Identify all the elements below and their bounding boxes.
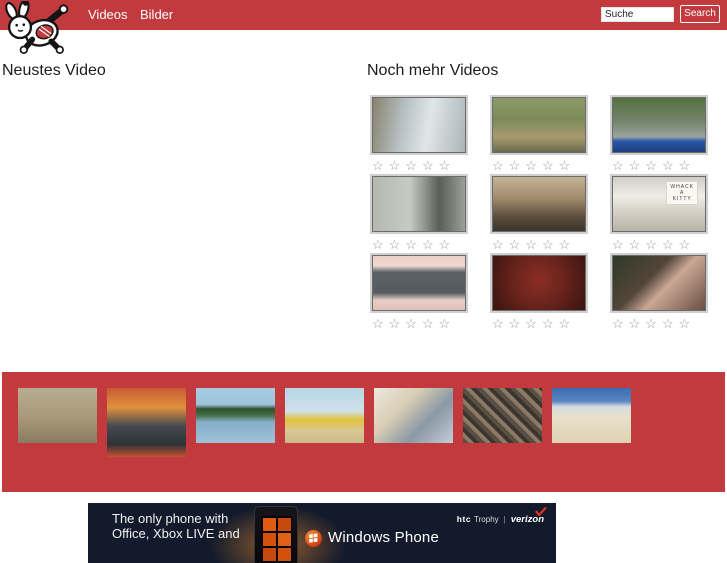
ad-brand-logos: htc Trophy | verizon <box>456 507 547 525</box>
photo-thumb-cat-on-blankets[interactable] <box>374 388 453 443</box>
htc-logo: htc <box>456 514 472 524</box>
phone-tiles <box>263 518 276 531</box>
photo-thumb-dog-rider[interactable] <box>18 388 97 443</box>
rating-stars[interactable]: ☆☆☆☆☆ <box>610 158 710 174</box>
rating-stars[interactable]: ☆☆☆☆☆ <box>610 316 710 332</box>
videos-grid: ☆☆☆☆☆ ☆☆☆☆☆ ☆☆☆☆☆ ☆☆☆☆☆ ☆☆☆☆☆ WHACK A KITTY ☆☆… <box>370 95 727 332</box>
search-button[interactable]: Search <box>680 5 720 23</box>
rating-stars[interactable]: ☆☆☆☆☆ <box>490 158 590 174</box>
video-thumb-church-gathering-image[interactable] <box>492 176 586 232</box>
video-thumb-pandas-on-slide[interactable]: ☆☆☆☆☆ <box>490 95 590 174</box>
photo-thumb-crowd[interactable] <box>463 388 542 443</box>
video-thumb-doormat-runner-image[interactable] <box>372 255 466 311</box>
photo-strip <box>2 372 725 457</box>
site-logo[interactable] <box>2 0 74 57</box>
nav-bilder-link[interactable]: Bilder <box>140 0 173 30</box>
ad-headline-line2: Office, Xbox LIVE and <box>112 526 240 541</box>
video-thumb-news-report[interactable]: ☆☆☆☆☆ <box>610 95 710 174</box>
rating-stars[interactable]: ☆☆☆☆☆ <box>610 237 710 253</box>
rating-stars[interactable]: ☆☆☆☆☆ <box>370 237 470 253</box>
video-thumb-whack-a-kitty-image[interactable]: WHACK A KITTY <box>612 176 706 232</box>
header-bar: Videos Bilder Search <box>0 0 727 30</box>
video-thumb-doormat-runner[interactable]: ☆☆☆☆☆ <box>370 253 470 332</box>
search-input[interactable] <box>601 7 674 22</box>
video-thumb-shop-surveillance-image[interactable] <box>372 97 466 153</box>
nav-videos-link[interactable]: Videos <box>88 0 128 30</box>
brand-separator: | <box>503 515 506 524</box>
video-thumb-cat-in-wheel-image[interactable] <box>492 255 586 311</box>
rating-stars[interactable]: ☆☆☆☆☆ <box>490 316 590 332</box>
rating-stars[interactable]: ☆☆☆☆☆ <box>370 316 470 332</box>
video-thumb-forest-hiker-image[interactable] <box>372 176 466 232</box>
photo-strip-band <box>2 372 725 492</box>
windows-phone-wordmark: Windows Phone <box>328 529 439 546</box>
thumbnail-caption: WHACK A KITTY <box>666 181 698 205</box>
more-videos-heading: Noch mehr Videos <box>367 62 499 79</box>
verizon-logo: verizon <box>511 507 547 525</box>
video-thumb-forest-hiker[interactable]: ☆☆☆☆☆ <box>370 174 470 253</box>
video-thumb-news-report-image[interactable] <box>612 97 706 153</box>
windows-phone-device-image <box>254 506 298 563</box>
photo-thumb-cattle-on-beach[interactable] <box>552 388 631 443</box>
verizon-check-icon <box>535 507 547 516</box>
rating-stars[interactable]: ☆☆☆☆☆ <box>370 158 470 174</box>
phone-screen <box>261 516 292 563</box>
video-thumb-shop-surveillance[interactable]: ☆☆☆☆☆ <box>370 95 470 174</box>
photo-thumb-lake-wader[interactable] <box>196 388 275 443</box>
photo-thumb-car-wash[interactable] <box>107 388 186 457</box>
htc-model-label: Trophy <box>474 515 499 524</box>
video-thumb-whack-a-kitty[interactable]: WHACK A KITTY ☆☆☆☆☆ <box>610 174 710 253</box>
windows-phone-logo-icon <box>305 530 322 547</box>
video-thumb-hands-closeup-image[interactable] <box>612 255 706 311</box>
video-thumb-hands-closeup[interactable]: ☆☆☆☆☆ <box>610 253 710 332</box>
rating-stars[interactable]: ☆☆☆☆☆ <box>490 237 590 253</box>
rabbit-mascot-icon <box>5 0 69 55</box>
video-thumb-church-gathering[interactable]: ☆☆☆☆☆ <box>490 174 590 253</box>
latest-video-heading: Neustes Video <box>2 62 106 79</box>
ad-banner[interactable]: The only phone with Office, Xbox LIVE an… <box>88 503 556 563</box>
photo-thumb-yellow-beach-bus[interactable] <box>285 388 364 443</box>
video-thumb-cat-in-wheel[interactable]: ☆☆☆☆☆ <box>490 253 590 332</box>
ad-headline-line1: The only phone with <box>112 511 229 526</box>
video-thumb-pandas-on-slide-image[interactable] <box>492 97 586 153</box>
